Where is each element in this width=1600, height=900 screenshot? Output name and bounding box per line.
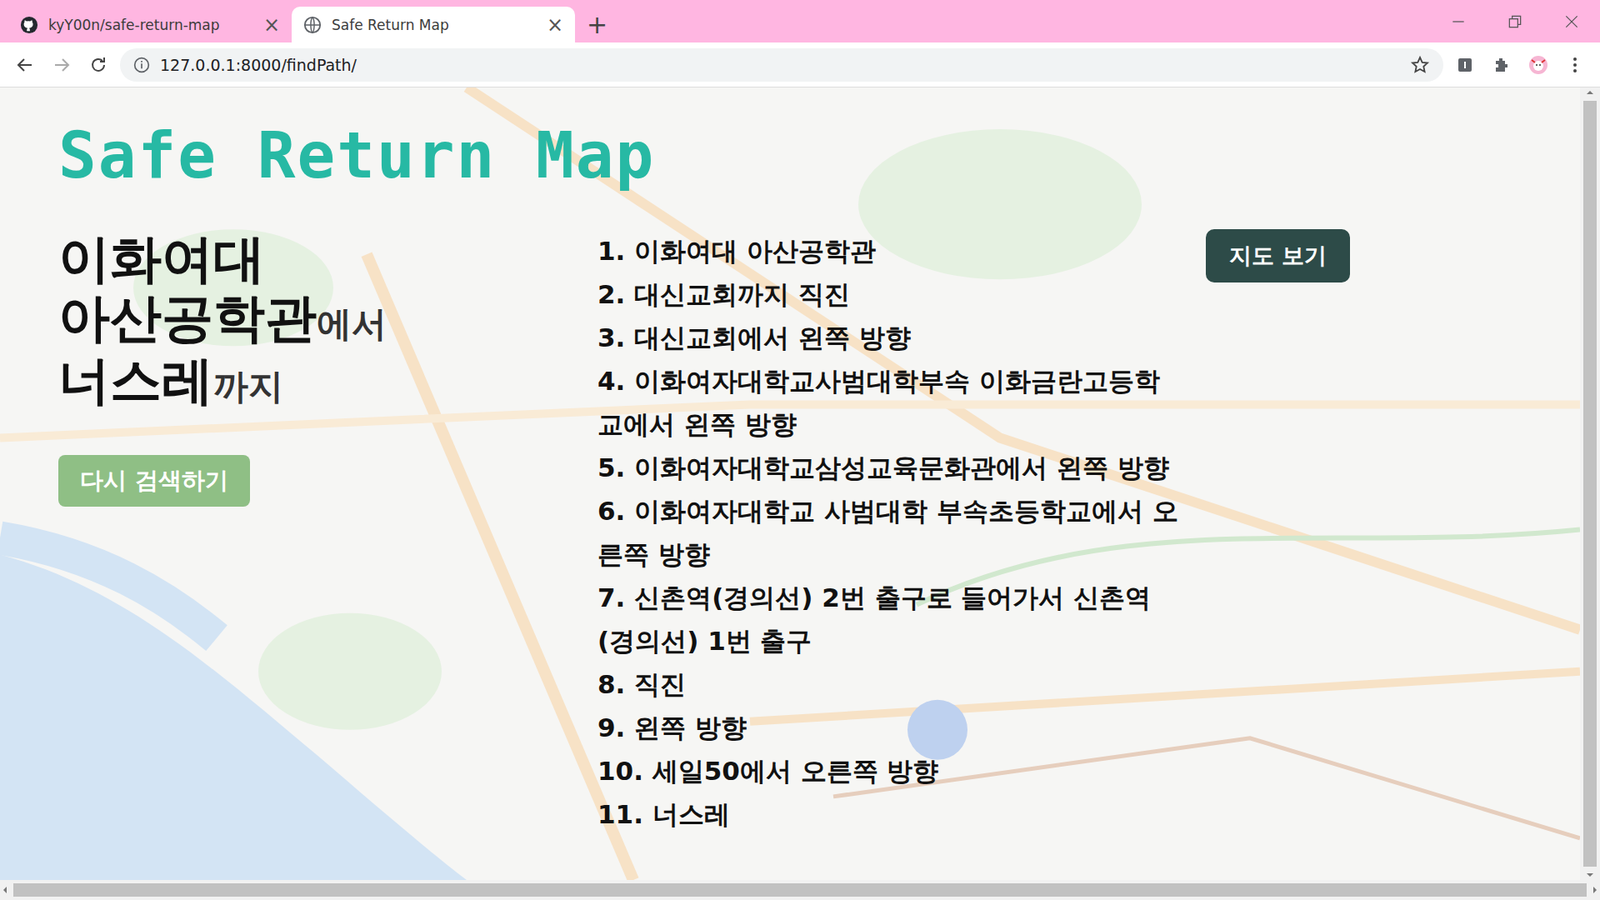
- route-step: 5. 이화여자대학교삼성교육문화관에서 왼쪽 방향: [597, 445, 1181, 490]
- star-icon[interactable]: [1410, 55, 1430, 75]
- close-window-button[interactable]: [1543, 0, 1600, 43]
- route-step: 4. 이화여자대학교사범대학부속 이화금란고등학교에서 왼쪽 방향: [597, 359, 1181, 446]
- profile-icon: [1528, 55, 1549, 75]
- vertical-scrollbar[interactable]: [1580, 87, 1600, 880]
- scroll-thumb[interactable]: [1583, 100, 1597, 867]
- route-summary: 이화여대 아산공학관에서너스레까지다시 검색하기: [58, 229, 592, 836]
- route-step: 2. 대신교회까지 직진: [597, 272, 1181, 316]
- back-icon: [15, 55, 35, 75]
- route-step: 8. 직진: [597, 662, 1181, 706]
- browser-content: Safe Return Map이화여대 아산공학관에서너스레까지다시 검색하기1…: [0, 87, 1600, 880]
- route-steps: 1. 이화여대 아산공학관2. 대신교회까지 직진3. 대신교회에서 왼쪽 방향…: [597, 229, 1181, 836]
- tab-label[interactable]: kyY00n/safe-return-map: [48, 16, 254, 34]
- forward-icon: [51, 55, 72, 75]
- route-step: 1. 이화여대 아산공학관: [597, 229, 1181, 273]
- view-map-button[interactable]: 지도 보기: [1205, 229, 1350, 283]
- tab-close-button[interactable]: ×: [263, 15, 280, 35]
- route-step: 9. 왼쪽 방향: [597, 705, 1181, 750]
- github-icon: [20, 15, 39, 35]
- menu-button[interactable]: [1560, 50, 1590, 80]
- route-step: 6. 이화여자대학교 사범대학 부속초등학교에서 오른쪽 방향: [597, 489, 1181, 576]
- scroll-up-icon[interactable]: [1585, 87, 1595, 98]
- menu-icon: [1565, 55, 1585, 75]
- address-bar[interactable]: 127.0.0.1:8000/findPath/: [120, 48, 1444, 82]
- route-step: 3. 대신교회에서 왼쪽 방향: [597, 315, 1181, 360]
- destination-suffix: 까지: [213, 365, 284, 407]
- tab-close-button[interactable]: ×: [546, 15, 564, 35]
- route-step: 10. 세일50에서 오른쪽 방향: [597, 749, 1181, 793]
- scroll-right-icon[interactable]: [1590, 885, 1600, 895]
- map-button-area: 지도 보기: [1180, 229, 1547, 836]
- extension-a-button[interactable]: [1450, 50, 1480, 80]
- info-icon[interactable]: [133, 56, 150, 74]
- route-step: 11. 너스레: [597, 792, 1181, 836]
- reload-button[interactable]: [83, 50, 114, 80]
- destination-heading: 너스레까지: [58, 350, 592, 410]
- extension-a-icon: [1455, 55, 1475, 75]
- back-button[interactable]: [10, 50, 40, 80]
- destination-name: 너스레: [58, 350, 214, 411]
- profile-button[interactable]: [1523, 50, 1554, 80]
- app-title: Safe Return Map: [58, 120, 1547, 191]
- globe-icon: [303, 15, 322, 35]
- extensions-button[interactable]: [1486, 50, 1517, 80]
- page-content: Safe Return Map이화여대 아산공학관에서너스레까지다시 검색하기1…: [0, 87, 1580, 836]
- restore-icon: [1506, 13, 1524, 30]
- horizontal-scrollbar[interactable]: [0, 880, 1600, 900]
- extensions-icon: [1491, 55, 1512, 75]
- browser-toolbar: 127.0.0.1:8000/findPath/: [0, 42, 1600, 88]
- scroll-thumb[interactable]: [13, 883, 1587, 897]
- result-columns: 이화여대 아산공학관에서너스레까지다시 검색하기1. 이화여대 아산공학관2. …: [58, 229, 1547, 836]
- url-text[interactable]: 127.0.0.1:8000/findPath/: [160, 55, 1400, 75]
- forward-button[interactable]: [46, 50, 77, 80]
- scroll-left-icon[interactable]: [0, 885, 10, 895]
- origin-suffix: 에서: [316, 303, 387, 345]
- tab-bar: kyY00n/safe-return-map × Safe Return Map × +: [0, 0, 1600, 43]
- restore-button[interactable]: [1486, 0, 1544, 43]
- minimize-button[interactable]: [1430, 0, 1487, 43]
- new-tab-button[interactable]: +: [575, 6, 620, 43]
- route-step: 7. 신촌역(경의선) 2번 출구로 들어가서 신촌역(경의선) 1번 출구: [597, 575, 1181, 663]
- origin-name: 이화여대 아산공학관: [58, 228, 317, 349]
- origin-heading: 이화여대 아산공학관에서: [58, 229, 592, 349]
- browser-tab[interactable]: Safe Return Map ×: [291, 6, 575, 43]
- tab-label[interactable]: Safe Return Map: [331, 16, 537, 34]
- scroll-down-icon[interactable]: [1585, 870, 1595, 880]
- minimize-icon: [1450, 13, 1467, 30]
- window-controls: [1430, 0, 1600, 43]
- search-again-button[interactable]: 다시 검색하기: [58, 455, 250, 507]
- browser-tab[interactable]: kyY00n/safe-return-map ×: [8, 6, 292, 43]
- close-icon: [1563, 13, 1580, 30]
- web-page: Safe Return Map이화여대 아산공학관에서너스레까지다시 검색하기1…: [0, 87, 1580, 880]
- reload-icon: [88, 55, 109, 75]
